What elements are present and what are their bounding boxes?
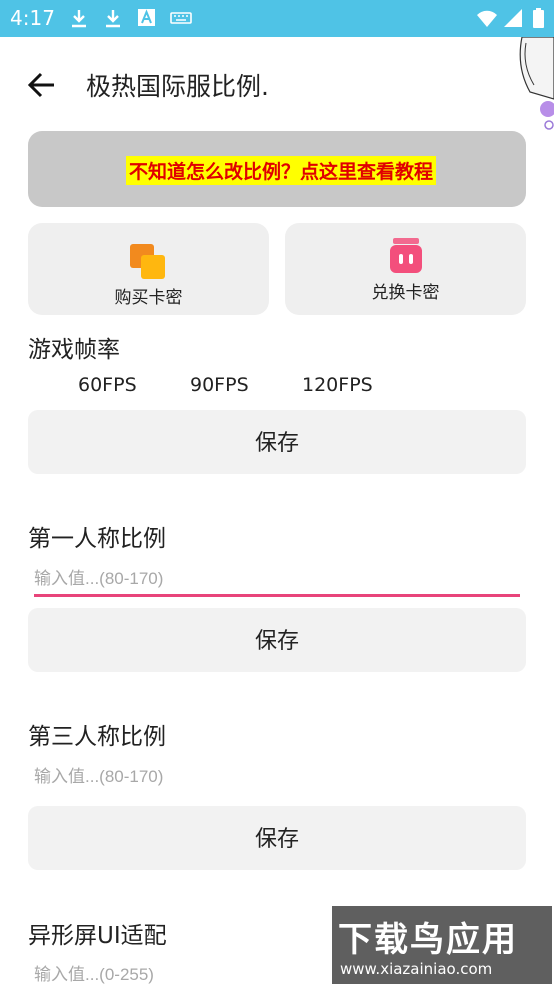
first-person-input-underline — [34, 594, 520, 597]
third-person-input[interactable] — [34, 759, 520, 795]
font-icon — [138, 9, 155, 26]
app-bar: 极热国际服比例. — [0, 37, 554, 130]
watermark-main: 下载鸟应用 — [338, 920, 518, 960]
redeem-card-label: 兑换卡密 — [371, 283, 440, 303]
fps-option-120[interactable]: 120FPS — [302, 374, 373, 396]
status-bar: 4:17 — [0, 0, 554, 37]
status-time: 4:17 — [10, 6, 55, 30]
fps-save-button[interactable]: 保存 — [28, 410, 526, 474]
buy-card-label: 购买卡密 — [114, 288, 183, 308]
page-title: 极热国际服比例. — [86, 72, 269, 101]
tutorial-banner[interactable]: 不知道怎么改比例？点这里查看教程 — [28, 131, 526, 207]
wifi-icon — [477, 10, 497, 27]
third-person-section-title: 第三人称比例 — [28, 724, 166, 750]
first-person-section-title: 第一人称比例 — [28, 526, 166, 552]
gift-box-icon — [390, 238, 422, 273]
third-person-save-button[interactable]: 保存 — [28, 806, 526, 870]
tutorial-banner-text: 不知道怎么改比例？点这里查看教程 — [126, 156, 437, 185]
watermark: 下载鸟应用 www.xiazainiao.com — [332, 906, 552, 984]
notch-section-title: 异形屏UI适配 — [28, 923, 167, 949]
copy-squares-icon — [130, 244, 165, 279]
watermark-sub: www.xiazainiao.com — [340, 960, 493, 978]
signal-icon — [504, 9, 522, 27]
download-icon — [106, 10, 120, 28]
redeem-card-button[interactable]: 兑换卡密 — [285, 223, 526, 315]
fps-option-60[interactable]: 60FPS — [78, 374, 137, 396]
fps-section-title: 游戏帧率 — [28, 337, 120, 363]
keyboard-icon — [170, 12, 192, 24]
first-person-input[interactable] — [34, 561, 520, 597]
anime-mascot-icon — [519, 37, 554, 130]
back-arrow-icon[interactable] — [26, 69, 58, 101]
first-person-save-button[interactable]: 保存 — [28, 608, 526, 672]
fps-option-90[interactable]: 90FPS — [190, 374, 249, 396]
battery-icon — [533, 8, 544, 28]
download-icon — [72, 10, 86, 28]
buy-card-button[interactable]: 购买卡密 — [28, 223, 269, 315]
